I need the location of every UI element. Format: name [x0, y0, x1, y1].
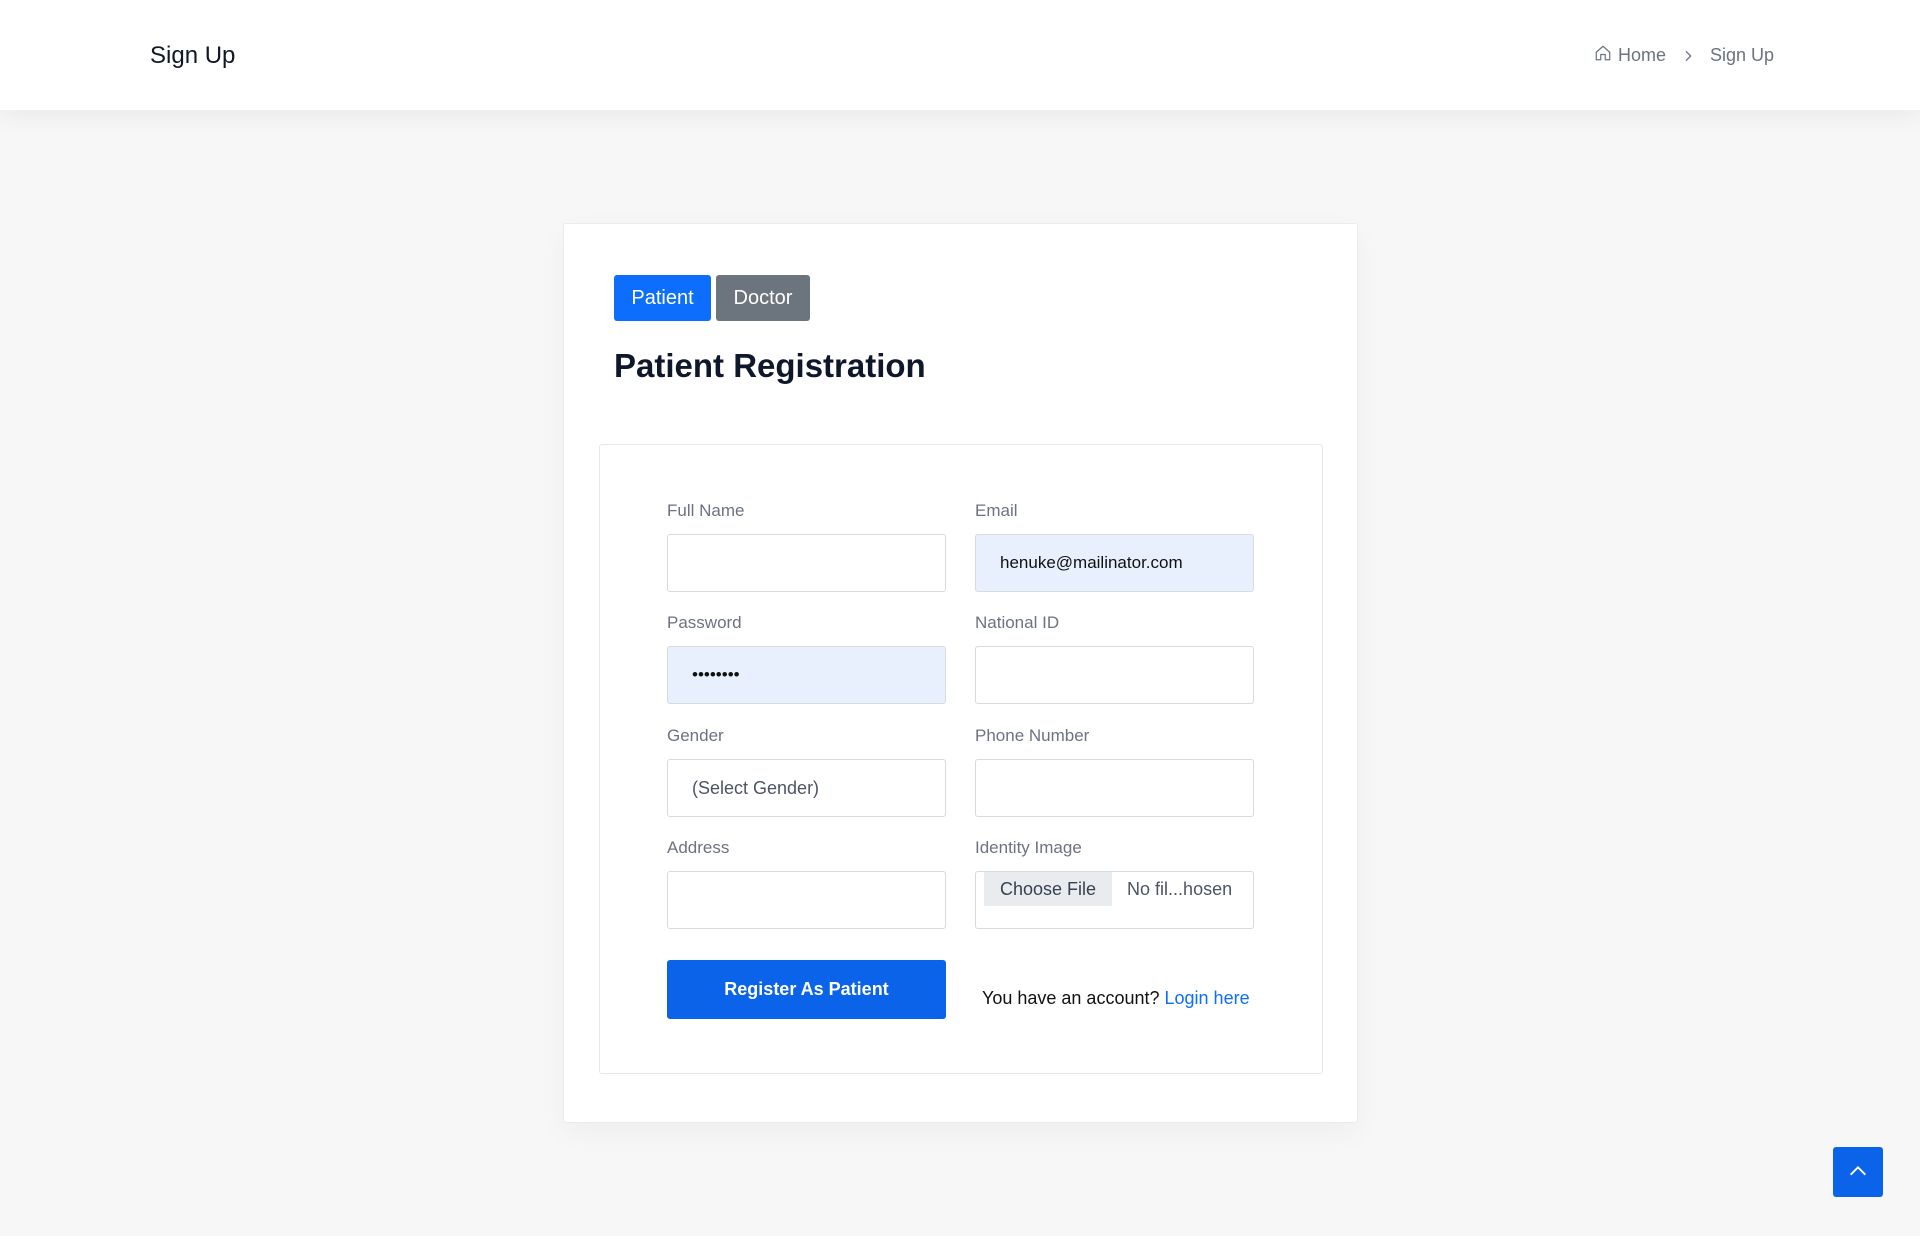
chevron-right-icon — [1680, 48, 1696, 64]
address-label: Address — [667, 838, 730, 857]
phone-number-label: Phone Number — [975, 726, 1090, 745]
full-name-label: Full Name — [667, 501, 745, 520]
breadcrumb: Home Sign Up — [1594, 44, 1774, 67]
identity-image-file-input[interactable]: Choose File No fil...hosen — [975, 871, 1254, 929]
address-field[interactable] — [667, 871, 946, 929]
page-title: Sign Up — [150, 42, 236, 69]
email-label: Email — [975, 501, 1018, 520]
registration-card: Patient Doctor Patient Registration Full… — [563, 223, 1358, 1123]
gender-select[interactable]: (Select Gender) — [667, 759, 946, 817]
registration-form: Full Name Email Password National ID Gen… — [599, 444, 1323, 1074]
register-button[interactable]: Register As Patient — [667, 960, 946, 1019]
gender-select-value: (Select Gender) — [692, 777, 820, 798]
identity-image-label: Identity Image — [975, 838, 1082, 857]
password-field[interactable] — [667, 646, 946, 704]
scroll-top-button[interactable] — [1833, 1147, 1883, 1197]
national-id-field[interactable] — [975, 646, 1254, 704]
registration-heading: Patient Registration — [614, 347, 926, 384]
breadcrumb-current: Sign Up — [1710, 45, 1775, 65]
choose-file-button[interactable]: Choose File — [984, 872, 1113, 906]
chevron-up-icon — [1847, 1160, 1869, 1185]
login-prompt: You have an account? Login here — [982, 988, 1250, 1009]
phone-number-field[interactable] — [975, 759, 1254, 817]
login-prompt-text: You have an account? — [982, 988, 1160, 1008]
file-status-text: No fil...hosen — [1127, 879, 1233, 899]
breadcrumb-home-link[interactable]: Home — [1594, 44, 1666, 67]
full-name-field[interactable] — [667, 534, 946, 592]
breadcrumb-home-label: Home — [1618, 45, 1667, 65]
national-id-label: National ID — [975, 613, 1060, 632]
email-field[interactable] — [975, 534, 1254, 592]
tab-patient[interactable]: Patient — [614, 275, 711, 321]
login-link[interactable]: Login here — [1165, 988, 1250, 1008]
page-header: Sign Up Home Sign Up — [0, 0, 1920, 110]
password-label: Password — [667, 613, 742, 632]
gender-label: Gender — [667, 726, 724, 745]
home-icon — [1594, 44, 1612, 67]
tab-doctor[interactable]: Doctor — [716, 275, 810, 321]
